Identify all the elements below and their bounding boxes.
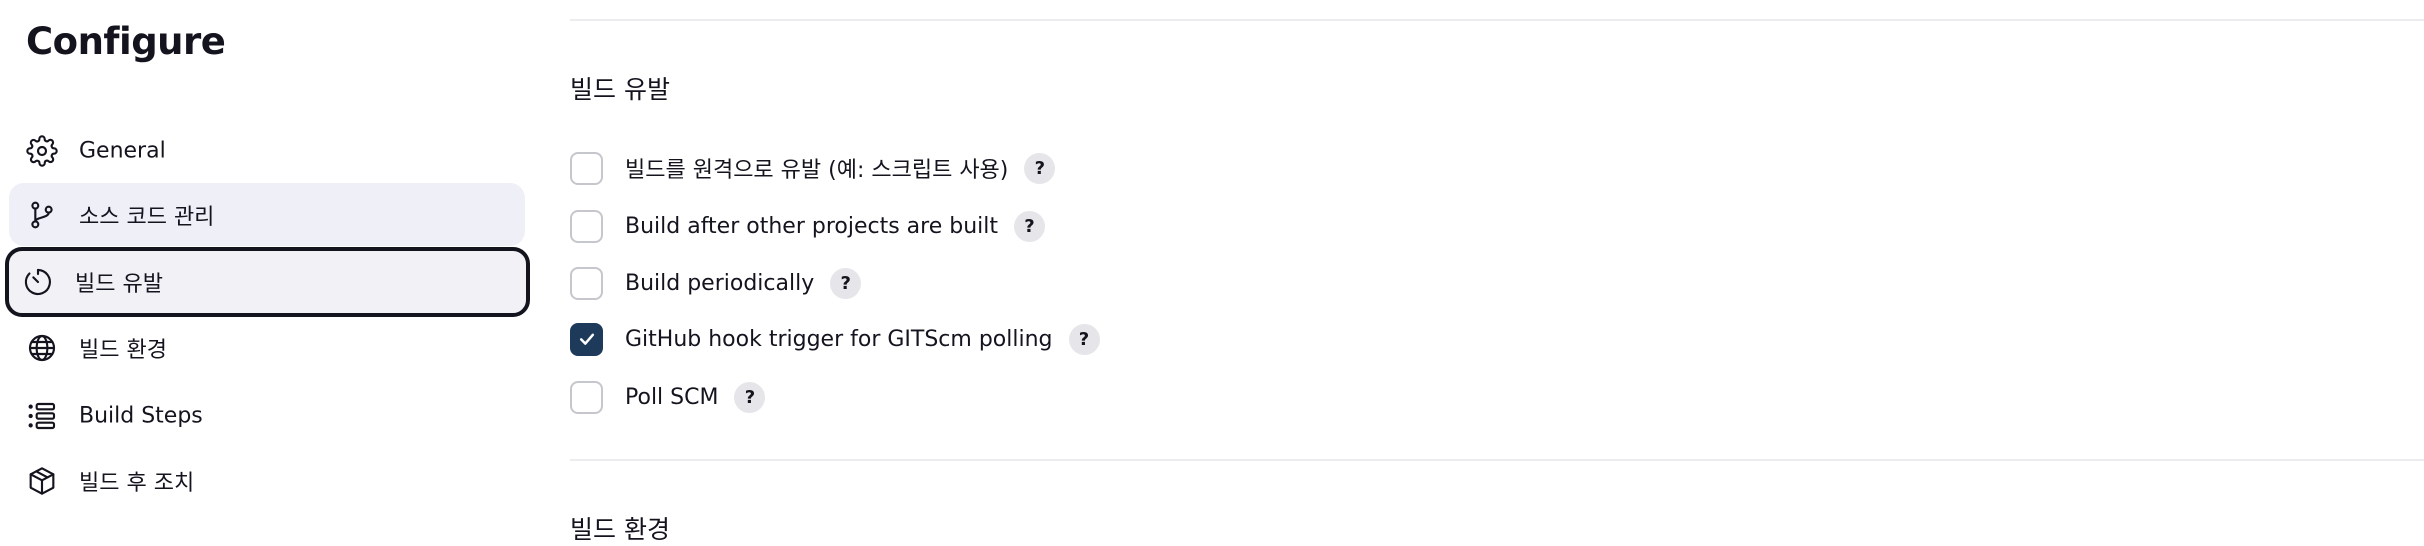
help-button[interactable]: ? — [830, 267, 862, 299]
section-title-build-triggers: 빌드 유발 — [570, 75, 670, 104]
checkmark-icon — [579, 333, 594, 345]
sidebar-item-build-steps[interactable]: Build Steps — [9, 384, 525, 447]
sidebar-item-post-build[interactable]: 빌드 후 조치 — [9, 449, 525, 512]
option-github-hook-trigger: GitHub hook trigger for GITScm polling ? — [570, 321, 1100, 357]
section-divider — [570, 19, 2424, 21]
source-branch-icon — [25, 198, 59, 232]
sidebar-item-label: 빌드 후 조치 — [79, 470, 195, 496]
timer-icon — [21, 265, 55, 299]
option-label[interactable]: Build after other projects are built — [625, 214, 998, 239]
section-divider — [570, 459, 2424, 461]
checkbox-build-after-other-projects[interactable] — [570, 209, 603, 243]
sidebar-item-general[interactable]: General — [9, 119, 525, 182]
checkbox-poll-scm[interactable] — [570, 380, 603, 414]
globe-icon — [25, 331, 59, 365]
sidebar-item-build-triggers[interactable]: 빌드 유발 — [5, 247, 530, 317]
sidebar-item-source-code[interactable]: 소스 코드 관리 — [9, 183, 525, 246]
sidebar-item-label: Build Steps — [79, 403, 203, 428]
sidebar-item-build-env[interactable]: 빌드 환경 — [9, 316, 525, 379]
option-build-periodically: Build periodically ? — [570, 265, 862, 301]
checkbox-github-hook-trigger[interactable] — [570, 322, 603, 356]
gear-icon — [25, 134, 59, 168]
sidebar-item-label: General — [79, 138, 166, 163]
checkbox-build-periodically[interactable] — [570, 266, 603, 300]
option-label[interactable]: Build periodically — [625, 271, 814, 296]
option-build-after-other-projects: Build after other projects are built ? — [570, 208, 1046, 244]
option-trigger-remote: 빌드를 원격으로 유발 (예: 스크립트 사용) ? — [570, 150, 1056, 186]
sidebar-item-label: 소스 코드 관리 — [79, 204, 215, 230]
list-steps-icon — [25, 399, 59, 433]
option-label[interactable]: GitHub hook trigger for GITScm polling — [625, 327, 1053, 352]
help-button[interactable]: ? — [734, 381, 766, 413]
section-title-build-env: 빌드 환경 — [570, 515, 670, 544]
sidebar-item-label: 빌드 유발 — [75, 272, 163, 297]
help-button[interactable]: ? — [1024, 152, 1056, 184]
option-poll-scm: Poll SCM ? — [570, 379, 766, 415]
option-label[interactable]: 빌드를 원격으로 유발 (예: 스크립트 사용) — [625, 152, 1008, 184]
help-button[interactable]: ? — [1068, 323, 1100, 355]
help-button[interactable]: ? — [1014, 210, 1046, 242]
page-title: Configure — [26, 20, 226, 63]
option-label[interactable]: Poll SCM — [625, 385, 718, 410]
sidebar-item-label: 빌드 환경 — [79, 337, 167, 363]
checkbox-trigger-remote[interactable] — [570, 151, 603, 185]
package-icon — [25, 464, 59, 498]
